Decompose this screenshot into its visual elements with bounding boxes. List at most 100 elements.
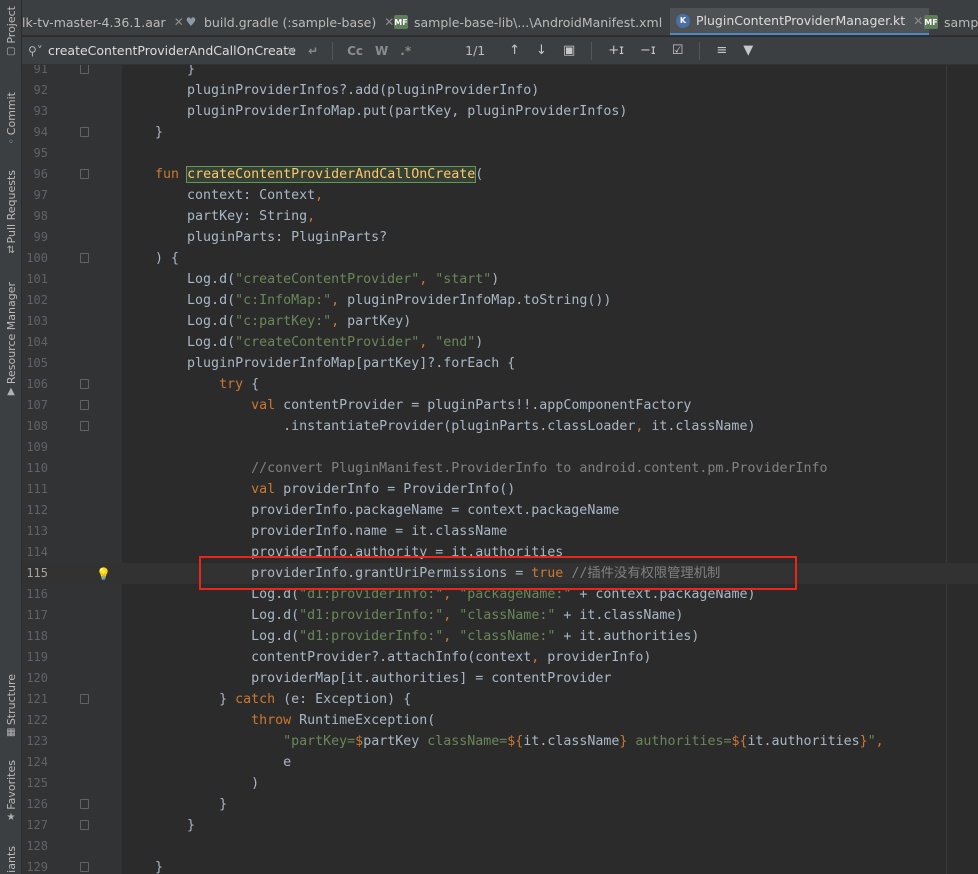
- filter-options-icon[interactable]: ≡: [716, 43, 727, 58]
- code-line[interactable]: 101 Log.d("createContentProvider", "star…: [22, 269, 978, 290]
- line-number: 120: [26, 671, 48, 685]
- fold-marker-icon[interactable]: [80, 799, 89, 809]
- clear-icon[interactable]: ✕: [286, 44, 296, 58]
- fold-marker-icon[interactable]: [80, 379, 89, 389]
- tab-plugin-content-provider-manager[interactable]: K PluginContentProviderManager.kt ✕: [670, 8, 930, 35]
- line-number: 113: [26, 524, 48, 538]
- code-line[interactable]: 104 Log.d("createContentProvider", "end"…: [22, 332, 978, 353]
- line-number: 100: [26, 251, 48, 265]
- code-line[interactable]: 91 }: [22, 65, 978, 80]
- line-number: 110: [26, 461, 48, 475]
- fold-marker-icon[interactable]: [80, 400, 89, 410]
- line-number: 102: [26, 293, 48, 307]
- code-line[interactable]: 128: [22, 836, 978, 857]
- tab-android-manifest[interactable]: MF sample-base-lib\...\AndroidManifest.x…: [388, 8, 686, 35]
- line-number: 114: [26, 545, 48, 559]
- fold-marker-icon[interactable]: [80, 169, 89, 179]
- tool-tab-variants[interactable]: iants: [0, 846, 22, 873]
- remove-selection-icon[interactable]: −ɪ: [640, 43, 656, 58]
- code-line[interactable]: 118 Log.d("d1:providerInfo:", "className…: [22, 626, 978, 647]
- code-line[interactable]: 111 val providerInfo = ProviderInfo(): [22, 479, 978, 500]
- line-number: 121: [26, 692, 48, 706]
- match-count: 1/1: [465, 43, 486, 58]
- code-text: providerInfo.packageName = context.packa…: [123, 503, 620, 518]
- tool-tab-pull-requests[interactable]: Pull Requests ⇅: [0, 170, 22, 257]
- code-line[interactable]: 108 .instantiateProvider(pluginParts.cla…: [22, 416, 978, 437]
- tool-tab-project[interactable]: Project ▢: [0, 6, 22, 58]
- tool-tab-favorites[interactable]: Favorites ★: [0, 760, 22, 824]
- code-line[interactable]: 107 val contentProvider = pluginParts!!.…: [22, 395, 978, 416]
- search-input[interactable]: createContentProviderAndCallOnCreate: [48, 43, 296, 58]
- code-line[interactable]: 94 }: [22, 122, 978, 143]
- code-line[interactable]: 102 Log.d("c:InfoMap:", pluginProviderIn…: [22, 290, 978, 311]
- fold-marker-icon[interactable]: [80, 862, 89, 872]
- fold-marker-icon[interactable]: [80, 694, 89, 704]
- star-icon: ★: [6, 811, 16, 823]
- code-line[interactable]: 117 Log.d("d1:providerInfo:", "className…: [22, 605, 978, 626]
- tab-build-gradle[interactable]: ♥ build.gradle (:sample-base) ✕: [178, 8, 400, 35]
- code-line[interactable]: 125 ): [22, 773, 978, 794]
- tool-tab-resource-manager[interactable]: Resource Manager ▲: [0, 282, 22, 398]
- tool-tab-commit[interactable]: Commit ◦: [0, 92, 22, 149]
- code-line[interactable]: 124 e: [22, 752, 978, 773]
- code-line[interactable]: 97 context: Context,: [22, 185, 978, 206]
- code-line[interactable]: 126 }: [22, 794, 978, 815]
- fold-marker-icon[interactable]: [80, 253, 89, 263]
- code-line[interactable]: 112 providerInfo.packageName = context.p…: [22, 500, 978, 521]
- tool-tab-structure[interactable]: Structure ▦: [0, 674, 22, 739]
- filter-icon[interactable]: ▼: [743, 43, 753, 58]
- line-number: 129: [26, 860, 48, 874]
- code-line[interactable]: 127 }: [22, 815, 978, 836]
- code-line[interactable]: 100 ) {: [22, 248, 978, 269]
- code-line[interactable]: 109: [22, 437, 978, 458]
- code-line[interactable]: 120 providerMap[it.authorities] = conten…: [22, 668, 978, 689]
- select-all-occurrences-icon[interactable]: ▣: [563, 43, 575, 58]
- code-line[interactable]: 113 providerInfo.name = it.className: [22, 521, 978, 542]
- code-text: }: [123, 860, 164, 874]
- search-icon[interactable]: ⚲˅: [28, 44, 44, 58]
- tab-sample[interactable]: MF sampl: [918, 8, 978, 35]
- code-line[interactable]: 105 pluginProviderInfoMap[partKey]?.forE…: [22, 353, 978, 374]
- regex-toggle[interactable]: .*: [400, 44, 411, 58]
- code-line[interactable]: 122 throw RuntimeException(: [22, 710, 978, 731]
- editor-tab-bar: lk-tv-master-4.36.1.aar ✕ ♥ build.gradle…: [22, 0, 978, 36]
- code-line[interactable]: 99 pluginParts: PluginParts?: [22, 227, 978, 248]
- select-all-icon[interactable]: ☑: [672, 43, 684, 58]
- next-occurrence-icon[interactable]: ↓: [536, 43, 547, 58]
- code-line[interactable]: 129 }: [22, 857, 978, 874]
- line-number: 108: [26, 419, 48, 433]
- match-case-toggle[interactable]: Cc: [347, 44, 363, 58]
- fold-marker-icon[interactable]: [80, 421, 89, 431]
- code-line[interactable]: 93 pluginProviderInfoMap.put(partKey, pl…: [22, 101, 978, 122]
- words-toggle[interactable]: W: [375, 44, 388, 58]
- fold-marker-icon[interactable]: [80, 820, 89, 830]
- code-line[interactable]: 106 try {: [22, 374, 978, 395]
- code-editor[interactable]: 91 } 92 pluginProviderInfos?.add(pluginPr…: [22, 65, 978, 874]
- fold-marker-icon[interactable]: [80, 127, 89, 137]
- line-number: 103: [26, 314, 48, 328]
- tab-label: PluginContentProviderManager.kt: [696, 13, 906, 28]
- add-selection-icon[interactable]: +ɪ: [608, 43, 624, 58]
- code-line[interactable]: 119 contentProvider?.attachInfo(context,…: [22, 647, 978, 668]
- tool-tab-label: Project: [4, 6, 18, 44]
- code-line[interactable]: 92 pluginProviderInfos?.add(pluginProvid…: [22, 80, 978, 101]
- code-text: fun createContentProviderAndCallOnCreate…: [155, 166, 484, 183]
- code-text: Log.d("c:partKey:", partKey): [123, 314, 412, 329]
- code-text: contentProvider?.attachInfo(context, pro…: [123, 650, 652, 665]
- code-text: Log.d("createContentProvider", "end"): [123, 335, 484, 350]
- code-line[interactable]: 110 //convert PluginManifest.ProviderInf…: [22, 458, 978, 479]
- code-line[interactable]: 96 fun createContentProviderAndCallOnCre…: [22, 164, 978, 185]
- tab-aar[interactable]: lk-tv-master-4.36.1.aar ✕: [22, 8, 190, 35]
- code-line[interactable]: 103 Log.d("c:partKey:", partKey): [22, 311, 978, 332]
- tool-tab-label: Favorites: [4, 760, 18, 810]
- previous-occurrence-icon[interactable]: ↑: [509, 43, 520, 58]
- code-line[interactable]: 98 partKey: String,: [22, 206, 978, 227]
- code-text: Log.d("d1:providerInfo:", "className:" +…: [123, 608, 684, 623]
- code-line[interactable]: 123 "partKey=$partKey className=${it.cla…: [22, 731, 978, 752]
- intention-bulb-icon[interactable]: 💡: [96, 564, 111, 585]
- code-line[interactable]: 95: [22, 143, 978, 164]
- fold-marker-icon[interactable]: [80, 65, 89, 74]
- code-line[interactable]: 121 } catch (e: Exception) {: [22, 689, 978, 710]
- left-tool-strip: Project ▢ Commit ◦ Pull Requests ⇅ Resou…: [0, 0, 22, 874]
- new-line-icon[interactable]: ↵: [308, 44, 318, 58]
